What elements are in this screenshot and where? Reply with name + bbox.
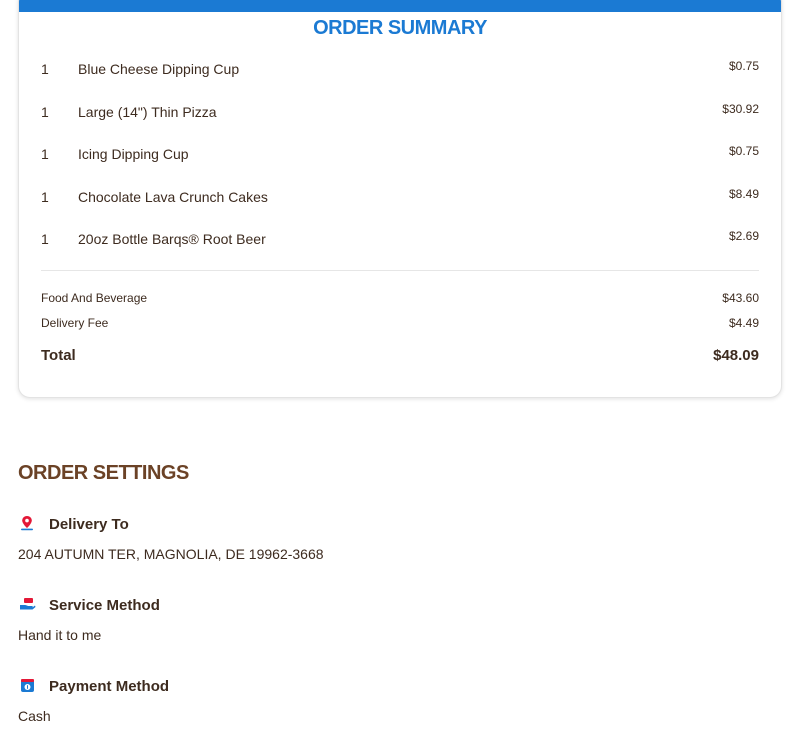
service-method-label: Service Method <box>49 597 160 614</box>
payment-method-value: Cash <box>18 708 51 724</box>
order-items-list: 1 Blue Cheese Dipping Cup $0.75 1 Large … <box>41 51 759 264</box>
food-beverage-row: Food And Beverage $43.60 <box>41 291 759 316</box>
list-item: 1 Chocolate Lava Crunch Cakes $8.49 <box>41 179 759 222</box>
item-quantity: 1 <box>41 231 49 247</box>
item-price: $0.75 <box>728 59 759 73</box>
order-summary-title: ORDER SUMMARY <box>313 17 487 39</box>
order-summary-card: ORDER SUMMARY 1 Blue Cheese Dipping Cup … <box>18 0 782 398</box>
item-name: Blue Cheese Dipping Cup <box>78 61 240 77</box>
item-name: 20oz Bottle Barqs® Root Beer <box>78 231 266 247</box>
item-quantity: 1 <box>41 188 49 205</box>
delivery-fee-row: Delivery Fee $4.49 <box>41 316 759 341</box>
item-quantity: 1 <box>41 146 49 162</box>
total-label: Total <box>41 347 76 364</box>
card-top-bar <box>19 0 781 12</box>
payment-icon <box>18 676 36 694</box>
item-name: Large (14") Thin Pizza <box>78 103 217 120</box>
payment-method-label: Payment Method <box>49 678 170 695</box>
item-name: Chocolate Lava Crunch Cakes <box>78 188 268 205</box>
item-name: Icing Dipping Cup <box>78 146 189 162</box>
item-price: $2.69 <box>728 229 759 243</box>
list-item: 1 Blue Cheese Dipping Cup $0.75 <box>41 51 759 94</box>
delivery-fee-label: Delivery Fee <box>41 316 109 330</box>
list-item: 1 Icing Dipping Cup $0.75 <box>41 136 759 179</box>
total-value: $48.09 <box>713 347 759 364</box>
food-beverage-label: Food And Beverage <box>41 291 148 305</box>
summary-divider <box>41 270 759 271</box>
order-settings-title: ORDER SETTINGS <box>18 462 189 484</box>
service-method-value: Hand it to me <box>18 627 102 643</box>
item-price: $8.49 <box>728 186 759 201</box>
item-quantity: 1 <box>41 61 49 77</box>
list-item: 1 Large (14") Thin Pizza $30.92 <box>41 94 759 137</box>
delivery-to-label: Delivery To <box>49 516 129 533</box>
food-beverage-value: $43.60 <box>722 291 759 305</box>
order-totals: Food And Beverage $43.60 Delivery Fee $4… <box>41 291 759 375</box>
item-price: $0.75 <box>728 144 759 158</box>
item-quantity: 1 <box>41 103 49 120</box>
delivery-fee-value: $4.49 <box>728 316 759 330</box>
map-pin-icon <box>18 514 36 532</box>
page: ORDER SUMMARY 1 Blue Cheese Dipping Cup … <box>0 0 789 753</box>
item-price: $30.92 <box>722 101 759 116</box>
total-row: Total $48.09 <box>41 347 759 375</box>
hand-delivery-icon <box>18 595 36 613</box>
list-item: 1 20oz Bottle Barqs® Root Beer $2.69 <box>41 221 759 264</box>
delivery-address: 204 AUTUMN TER, MAGNOLIA, DE 19962-3668 <box>18 546 324 562</box>
